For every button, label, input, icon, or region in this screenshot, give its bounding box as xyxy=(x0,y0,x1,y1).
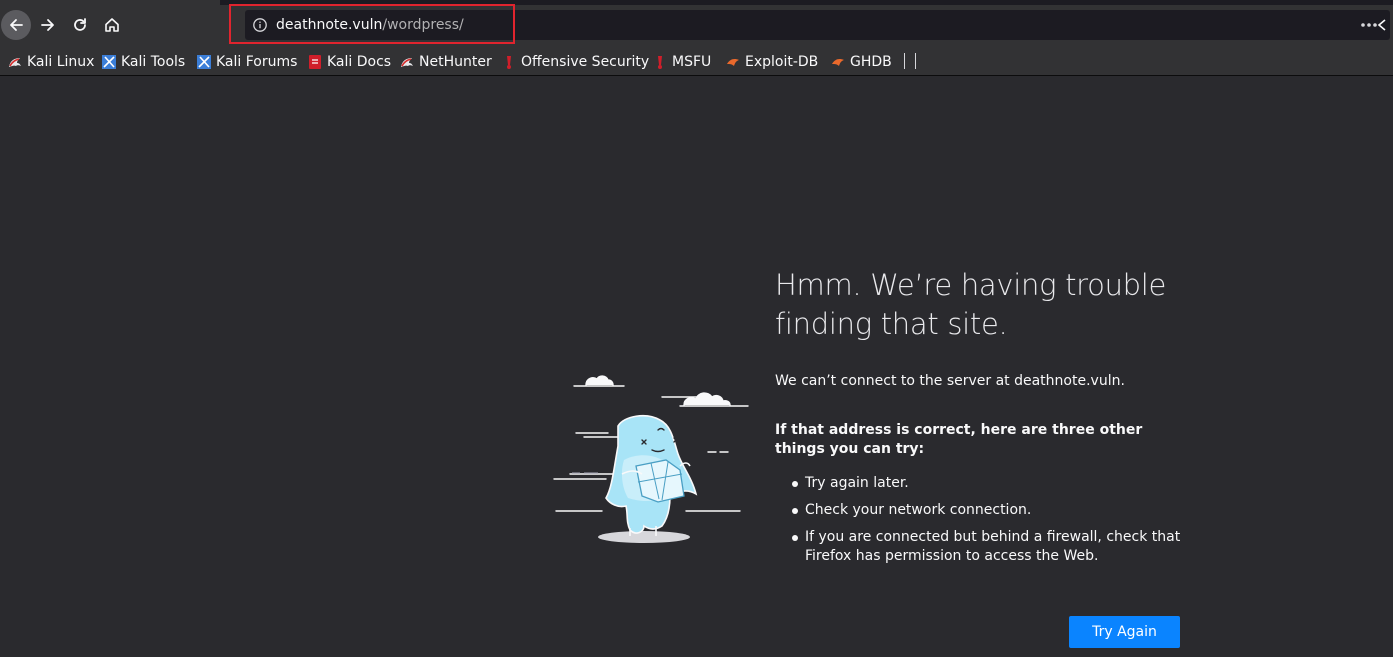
url-bar[interactable]: deathnote.vuln/wordpress/ xyxy=(245,10,1390,40)
bookmark-separator xyxy=(915,53,916,69)
url-text[interactable]: deathnote.vuln/wordpress/ xyxy=(276,16,464,34)
kali-tools-icon xyxy=(102,55,116,69)
bookmark-ghdb[interactable]: GHDB xyxy=(831,51,892,73)
url-path: /wordpress/ xyxy=(382,17,464,33)
offsec-icon xyxy=(507,56,511,69)
ghdb-icon xyxy=(832,59,844,66)
bullet-icon xyxy=(792,508,798,514)
bookmark-kali-docs[interactable]: Kali Docs xyxy=(308,51,391,73)
reload-icon xyxy=(74,18,86,31)
confused-dinosaur-illustration xyxy=(553,375,749,543)
bookmark-label: Kali Forums xyxy=(216,54,298,70)
kali-dragon-icon xyxy=(9,58,21,67)
msfu-icon xyxy=(658,56,662,69)
overflow-menu-button[interactable] xyxy=(1371,10,1393,40)
arrow-left-icon xyxy=(10,19,23,31)
bookmark-kali-linux[interactable]: Kali Linux xyxy=(8,51,94,73)
bookmark-nethunter[interactable]: NetHunter xyxy=(400,51,492,73)
kali-forums-icon xyxy=(197,55,211,69)
list-item: If you are connected but behind a firewa… xyxy=(775,528,1185,566)
bullet-icon xyxy=(792,481,798,487)
bookmark-kali-forums[interactable]: Kali Forums xyxy=(197,51,297,73)
reload-button[interactable] xyxy=(65,10,95,40)
suggestions-heading: If that address is correct, here are thr… xyxy=(775,422,1143,457)
bookmark-kali-tools[interactable]: Kali Tools xyxy=(102,51,185,73)
nethunter-icon xyxy=(401,58,413,67)
arrow-right-icon xyxy=(41,19,54,31)
url-host: deathnote.vuln xyxy=(276,17,383,33)
bookmark-label: Kali Docs xyxy=(327,54,392,70)
bookmark-msfu[interactable]: MSFU xyxy=(653,51,711,73)
list-item: Check your network connection. xyxy=(775,501,1185,520)
tab-strip-edge xyxy=(220,0,1393,5)
bookmark-label: GHDB xyxy=(850,54,892,70)
bookmark-separator xyxy=(904,53,905,69)
page-title: Hmm. We’re having trouble finding that s… xyxy=(775,268,1167,341)
bookmark-label: NetHunter xyxy=(419,54,492,70)
suggestion-text: Try again later. xyxy=(805,475,909,491)
bookmark-label: Kali Linux xyxy=(27,54,95,70)
forward-button[interactable] xyxy=(33,10,63,40)
suggestion-text: Check your network connection. xyxy=(805,502,1032,518)
suggestions-list: Try again later. Check your network conn… xyxy=(775,474,1185,574)
bookmark-label: Kali Tools xyxy=(121,54,186,70)
bullet-icon xyxy=(792,535,798,541)
try-again-button[interactable]: Try Again xyxy=(1069,616,1180,648)
home-icon xyxy=(105,18,119,32)
info-icon[interactable] xyxy=(252,17,268,33)
bookmark-label: Exploit-DB xyxy=(745,54,819,70)
bookmark-label: MSFU xyxy=(672,54,712,70)
bookmark-label: Offensive Security xyxy=(521,54,650,70)
bookmarks-toolbar: Kali Linux Kali Tools Kali Forums Kali D… xyxy=(0,48,1393,76)
error-description: We can’t connect to the server at deathn… xyxy=(775,373,1125,389)
kali-docs-icon xyxy=(309,55,321,69)
navigation-toolbar: deathnote.vuln/wordpress/ xyxy=(0,0,1393,48)
home-button[interactable] xyxy=(97,10,127,40)
exploit-db-icon xyxy=(727,59,739,66)
bookmark-offensive-security[interactable]: Offensive Security xyxy=(502,51,649,73)
back-button[interactable] xyxy=(1,10,31,40)
suggestion-text: If you are connected but behind a firewa… xyxy=(805,529,1181,564)
list-item: Try again later. xyxy=(775,474,1185,493)
bookmark-exploit-db[interactable]: Exploit-DB xyxy=(726,51,818,73)
chevron-left-icon xyxy=(1377,19,1386,31)
